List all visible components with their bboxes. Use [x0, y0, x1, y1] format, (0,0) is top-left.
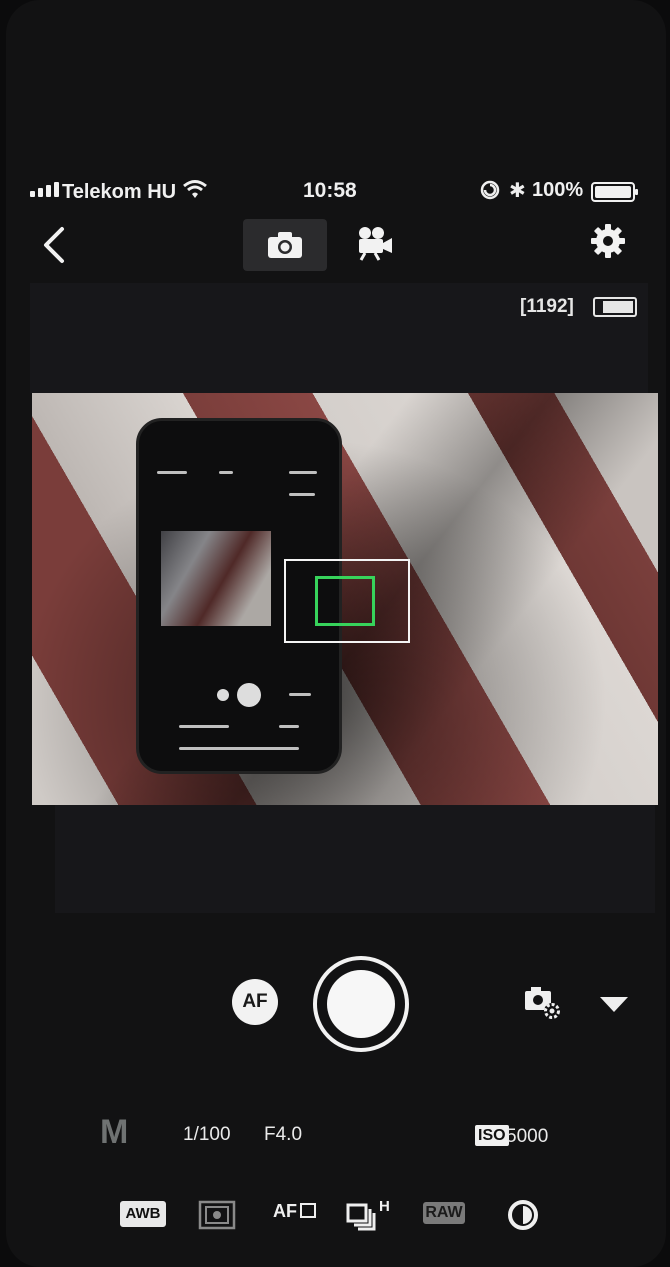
shots-remaining: [1192]: [520, 296, 574, 317]
iso-value[interactable]: 5000: [506, 1126, 548, 1148]
video-camera-icon[interactable]: [355, 225, 395, 261]
battery-icon: [591, 182, 638, 202]
bluetooth-icon: ✱: [509, 180, 526, 202]
shooting-mode[interactable]: M: [100, 1113, 128, 1152]
carrier-label: Telekom HU: [62, 181, 177, 203]
af-button[interactable]: AF: [232, 979, 278, 1025]
shutter-speed-value[interactable]: 1/100: [183, 1124, 231, 1146]
af-focus-box[interactable]: [315, 576, 375, 626]
svg-text:H: H: [379, 1198, 390, 1215]
photo-mode-button[interactable]: [243, 219, 327, 271]
status-time: 10:58: [303, 179, 357, 202]
top-toolbar: [0, 215, 670, 275]
status-bar: Telekom HU 10:58 ✱ 100%: [0, 170, 670, 210]
shutter-button[interactable]: [313, 956, 409, 1052]
location-lock-icon: [480, 180, 500, 200]
live-view[interactable]: [32, 393, 658, 805]
aperture-value[interactable]: F4.0: [264, 1124, 302, 1146]
metering-icon[interactable]: [198, 1200, 236, 1230]
chevron-down-icon[interactable]: [600, 997, 628, 1012]
af-area-icon[interactable]: AF: [273, 1201, 316, 1222]
camera-settings-icon[interactable]: [523, 985, 565, 1023]
signal-icon: [30, 182, 59, 197]
camera-icon: [268, 232, 302, 258]
camera-battery-icon: [593, 297, 637, 317]
viewfinder-bottom-bar: [55, 805, 655, 913]
continuous-drive-icon[interactable]: H: [346, 1197, 394, 1233]
battery-percent: 100%: [532, 179, 584, 201]
iso-label: ISO: [475, 1125, 509, 1146]
back-chevron-icon[interactable]: [40, 225, 68, 265]
raw-icon[interactable]: RAW: [423, 1202, 465, 1224]
gear-icon[interactable]: [588, 221, 628, 261]
bottom-settings-bar: AWB AF H RAW: [0, 1195, 670, 1239]
shadow-tone-icon[interactable]: [505, 1197, 541, 1233]
awb-icon[interactable]: AWB: [120, 1201, 166, 1227]
wifi-icon: [183, 180, 207, 198]
